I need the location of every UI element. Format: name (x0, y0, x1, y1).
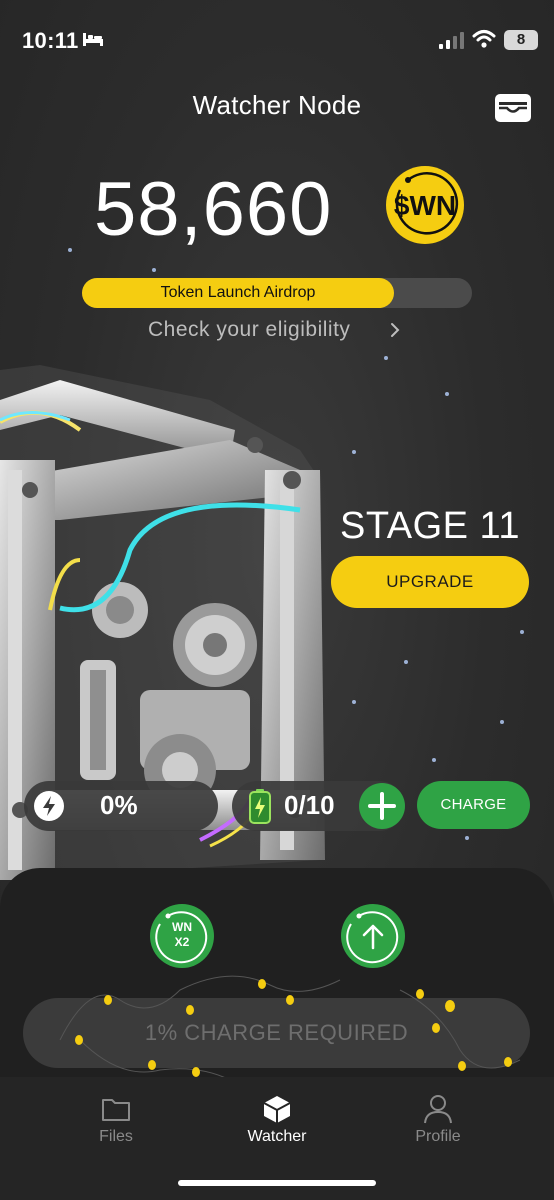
boost-label: WN X2 (150, 920, 214, 950)
page-title: Watcher Node (192, 90, 362, 120)
level-up-button[interactable] (341, 904, 405, 968)
status-time: 10:11 (22, 28, 79, 53)
charge-required-button[interactable]: 1% CHARGE REQUIRED (23, 998, 530, 1068)
plus-icon (368, 792, 396, 820)
sparkle (352, 700, 356, 704)
boost-label-line1: WN (172, 920, 192, 934)
charges-count: 0/10 (284, 790, 335, 820)
chevron-right-icon[interactable] (388, 321, 402, 339)
cube-icon (263, 1096, 291, 1123)
wallet-icon[interactable] (494, 93, 532, 123)
status-bar: 10:11 8 (0, 0, 554, 80)
charge-button[interactable]: CHARGE (417, 781, 530, 829)
sleep-bed-icon (83, 33, 103, 46)
sparkle (432, 758, 436, 762)
tab-files-label: Files (99, 1128, 133, 1145)
sparkle (152, 268, 156, 272)
arrow-up-icon (346, 911, 399, 964)
battery-indicator: 8 (504, 30, 538, 50)
tab-watcher[interactable]: Watcher (222, 1090, 332, 1150)
cell-signal-icon (439, 32, 464, 49)
token-balance: 58,660 (94, 167, 333, 252)
airdrop-label: Token Launch Airdrop (160, 284, 316, 301)
home-indicator[interactable] (178, 1180, 376, 1186)
sparkle (520, 630, 524, 634)
sparkle (352, 450, 356, 454)
sparkle (404, 660, 408, 664)
app-screen: 10:11 8 Watcher Node 58,660 $WN Token La… (0, 0, 554, 1200)
tab-files[interactable]: Files (61, 1090, 171, 1150)
tab-profile-label: Profile (415, 1128, 461, 1145)
lightning-bolt-icon (34, 791, 64, 821)
stage-title: STAGE 11 (340, 505, 520, 547)
wifi-icon (472, 30, 496, 48)
balance-row: 58,660 (0, 166, 554, 256)
boost-label-line2: X2 (174, 935, 190, 949)
folder-icon (102, 1099, 130, 1121)
token-symbol: $WN (393, 190, 457, 221)
upgrade-button[interactable]: UPGRADE (331, 556, 529, 608)
eligibility-link[interactable]: Check your eligibility (148, 318, 350, 342)
tab-profile[interactable]: Profile (383, 1090, 493, 1150)
energy-percent: 0% (100, 790, 138, 820)
sparkle (445, 392, 449, 396)
green-battery-icon (249, 789, 271, 824)
sparkle (500, 720, 504, 724)
person-icon (424, 1095, 452, 1124)
sparkle (465, 836, 469, 840)
sparkle (384, 356, 388, 360)
tab-watcher-label: Watcher (247, 1128, 307, 1145)
add-charge-button[interactable] (359, 783, 405, 829)
